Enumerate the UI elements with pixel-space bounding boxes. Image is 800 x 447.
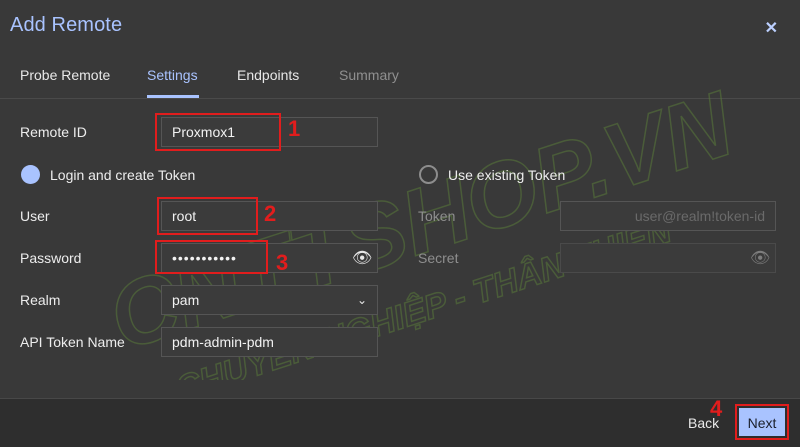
settings-form: Remote ID Proxmox1 Login and create Toke…	[0, 100, 800, 400]
annotation-number-1: 1	[288, 116, 301, 141]
annotation-box-1	[155, 113, 281, 151]
secret-input	[560, 243, 776, 273]
annotation-number-2: 2	[264, 201, 277, 226]
dialog-title: Add Remote	[10, 14, 123, 36]
api-token-name-input[interactable]: pdm-admin-pdm	[161, 327, 378, 357]
secret-label: Secret	[418, 250, 459, 266]
tab-probe-remote[interactable]: Probe Remote	[20, 67, 110, 83]
use-existing-token-radio[interactable]	[419, 165, 438, 184]
remote-id-label: Remote ID	[20, 124, 87, 140]
password-label: Password	[20, 250, 82, 266]
login-create-token-radio[interactable]	[21, 165, 40, 184]
add-remote-dialog: Add Remote ✕ Probe Remote Settings Endpo…	[0, 0, 800, 447]
tab-endpoints[interactable]: Endpoints	[237, 67, 299, 83]
annotation-number-4: 4	[710, 396, 723, 421]
tab-settings[interactable]: Settings	[147, 67, 198, 83]
show-secret-eye-icon: 👁	[750, 250, 771, 267]
login-create-token-label: Login and create Token	[50, 167, 196, 183]
user-label: User	[20, 208, 50, 224]
token-input: user@realm!token-id	[560, 201, 776, 231]
annotation-box-2	[157, 197, 258, 235]
close-icon[interactable]: ✕	[765, 18, 778, 38]
dialog-title-bar: Add Remote ✕	[0, 0, 800, 54]
show-password-eye-icon[interactable]: 👁	[352, 248, 372, 268]
annotation-number-3: 3	[276, 250, 289, 275]
annotation-box-4	[735, 404, 789, 440]
chevron-down-icon[interactable]: ⌄	[357, 293, 367, 307]
use-existing-token-label: Use existing Token	[448, 167, 566, 183]
token-label: Token	[418, 208, 456, 224]
active-tab-indicator	[147, 95, 199, 98]
realm-select[interactable]: pam	[161, 285, 378, 315]
dialog-footer: Back Next	[0, 398, 800, 447]
annotation-box-3	[155, 240, 268, 274]
tab-bar: Probe Remote Settings Endpoints Summary	[0, 54, 800, 99]
tab-summary: Summary	[339, 67, 399, 83]
api-token-name-label: API Token Name	[20, 334, 125, 350]
realm-label: Realm	[20, 292, 61, 308]
